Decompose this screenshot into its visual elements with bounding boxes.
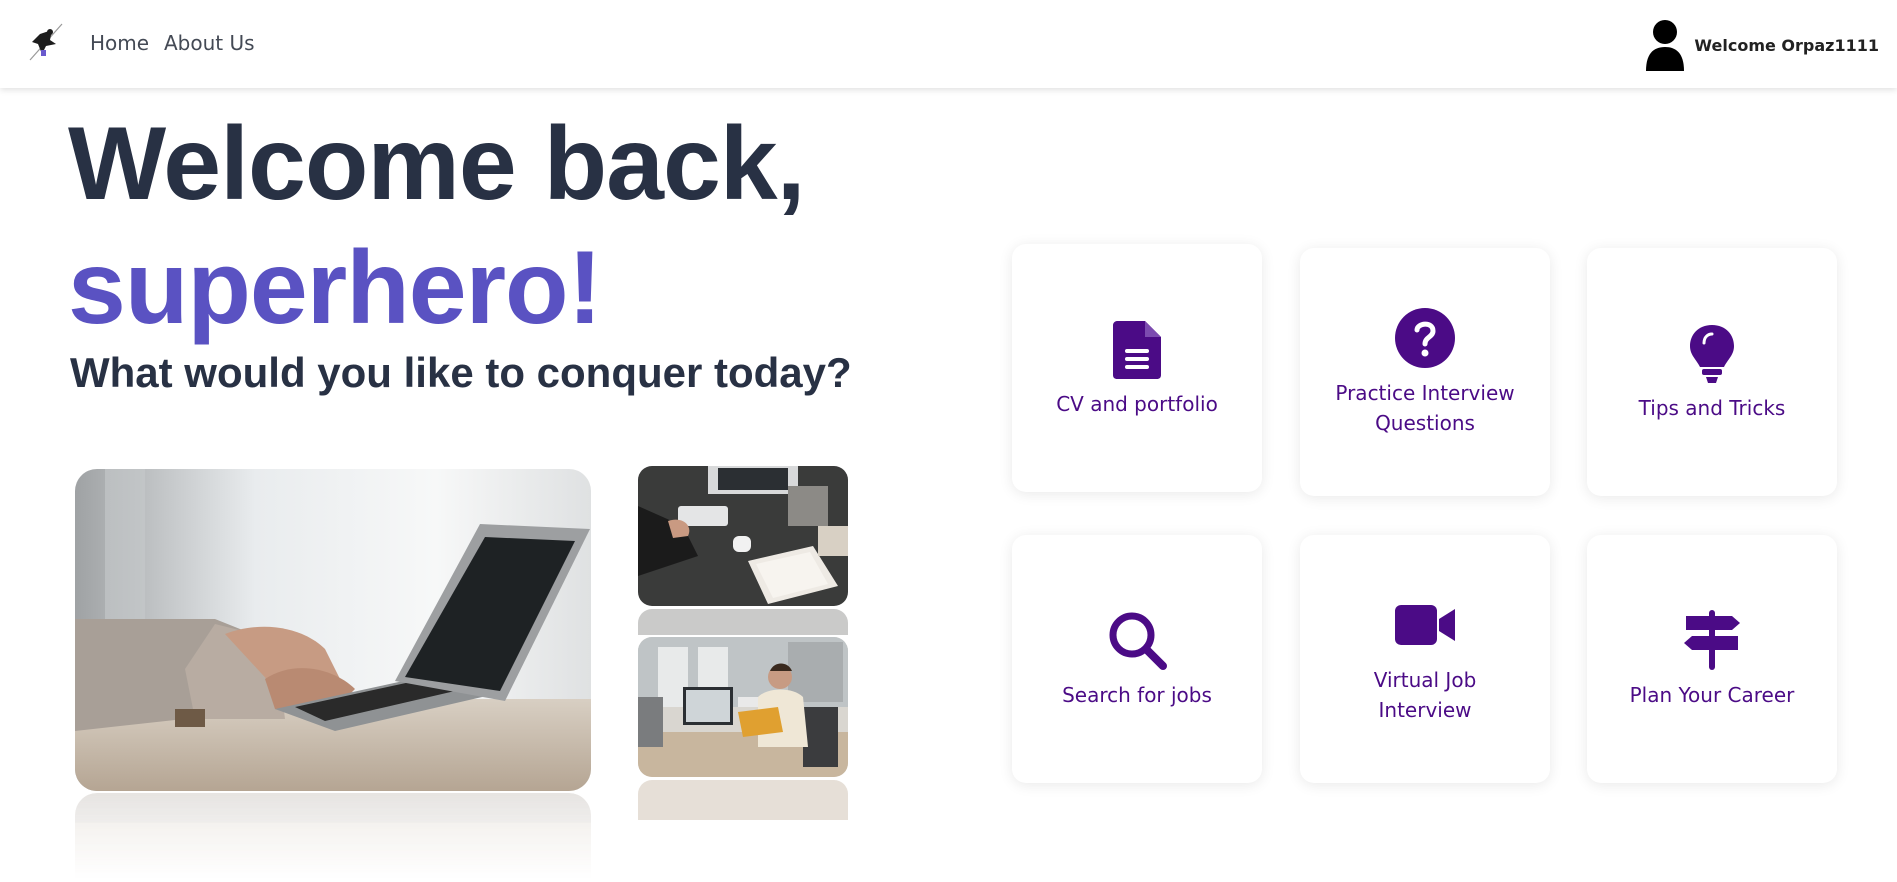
cv-portfolio-card[interactable]: CV and portfolio bbox=[1012, 244, 1262, 492]
card-label: Search for jobs bbox=[1062, 683, 1212, 707]
laptop-photo-reflection bbox=[75, 793, 591, 879]
plan-career-card[interactable]: Plan Your Career bbox=[1587, 535, 1837, 783]
lightbulb-icon bbox=[1690, 325, 1734, 383]
search-jobs-card[interactable]: Search for jobs bbox=[1012, 535, 1262, 783]
signpost-icon bbox=[1684, 610, 1740, 670]
hero-subtitle: What would you like to conquer today? bbox=[70, 349, 852, 396]
tips-tricks-card[interactable]: Tips and Tricks bbox=[1587, 248, 1837, 496]
welcome-username: Welcome Orpaz1111 bbox=[1694, 35, 1879, 55]
virtual-interview-card[interactable]: Virtual Job Interview bbox=[1300, 535, 1550, 783]
card-label: CV and portfolio bbox=[1056, 392, 1218, 416]
nav-home-link[interactable]: Home bbox=[90, 31, 149, 55]
user-avatar-icon[interactable] bbox=[1644, 19, 1686, 71]
superhero-logo-icon[interactable] bbox=[26, 20, 66, 64]
question-circle-icon bbox=[1395, 308, 1455, 368]
desk-photo-reflection bbox=[638, 609, 848, 635]
magnifying-glass-icon bbox=[1109, 612, 1167, 670]
man-at-office-photo bbox=[638, 637, 848, 777]
video-camera-icon bbox=[1395, 605, 1455, 645]
file-lines-icon bbox=[1113, 321, 1161, 379]
card-label: Tips and Tricks bbox=[1638, 396, 1786, 420]
nav-about-link[interactable]: About Us bbox=[164, 31, 255, 55]
laptop-typing-photo bbox=[75, 469, 591, 791]
card-label: Practice Interview Questions bbox=[1335, 381, 1515, 435]
top-navbar: Home About Us Welcome Orpaz1111 bbox=[0, 0, 1897, 88]
card-label: Plan Your Career bbox=[1629, 683, 1795, 707]
hero-heading-line2: superhero! bbox=[68, 230, 602, 346]
desk-notebook-photo bbox=[638, 466, 848, 606]
card-label: Virtual Job Interview bbox=[1373, 668, 1477, 722]
office-photo-reflection bbox=[638, 780, 848, 820]
practice-interview-card[interactable]: Practice Interview Questions bbox=[1300, 248, 1550, 496]
user-menu[interactable]: Welcome Orpaz1111 bbox=[1644, 18, 1879, 72]
hero-heading-line1: Welcome back, bbox=[68, 106, 806, 222]
